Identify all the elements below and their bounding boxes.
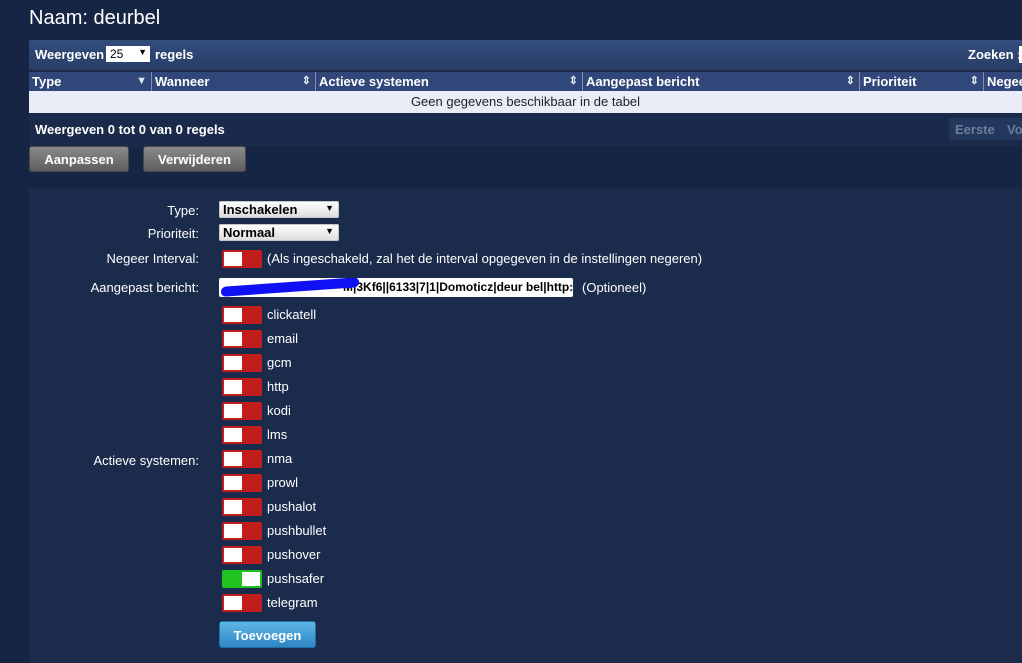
system-label-http: http: [267, 379, 289, 394]
page-length-value: 25: [110, 47, 124, 61]
chevron-down-icon: ▼: [325, 226, 334, 236]
toggle-knob: [224, 380, 242, 394]
column-label: Actieve systemen: [319, 74, 429, 89]
sort-icon: ⇕: [301, 75, 311, 87]
ignore-interval-note: (Als ingeschakeld, zal het de interval o…: [267, 251, 703, 266]
length-label: Weergeven: [35, 47, 105, 62]
edit-button[interactable]: Aanpassen: [29, 146, 129, 172]
priority-label: Prioriteit:: [147, 226, 199, 241]
pager-first-button[interactable]: Eerste: [955, 122, 995, 137]
column-header-type[interactable]: Type ▼: [29, 72, 152, 91]
ignore-interval-label: Negeer Interval:: [106, 251, 200, 266]
column-label: Type: [32, 74, 62, 89]
toggle-knob: [224, 548, 242, 562]
toggle-knob: [242, 572, 260, 586]
system-label-telegram: telegram: [267, 595, 318, 610]
toggle-knob: [224, 596, 242, 610]
toggle-knob: [224, 476, 242, 490]
toggle-pushbullet[interactable]: [222, 522, 262, 540]
pagination: Eerste Vo: [949, 118, 1022, 140]
toggle-kodi[interactable]: [222, 402, 262, 420]
system-label-prowl: prowl: [267, 475, 299, 490]
delete-button[interactable]: Verwijderen: [143, 146, 246, 172]
toggle-knob: [224, 452, 242, 466]
system-label-lms: lms: [267, 427, 288, 442]
type-value: Inschakelen: [223, 202, 298, 217]
column-header-when[interactable]: Wanneer ⇕: [152, 72, 316, 91]
add-button[interactable]: Toevoegen: [219, 621, 316, 648]
system-label-pushsafer: pushsafer: [267, 571, 325, 586]
system-label-gcm: gcm: [267, 355, 292, 370]
system-label-pushalot: pushalot: [267, 499, 317, 514]
active-systems-label: Actieve systemen:: [93, 453, 200, 468]
toggle-http[interactable]: [222, 378, 262, 396]
toggle-knob: [224, 308, 242, 322]
ignore-interval-toggle[interactable]: [222, 250, 262, 268]
system-label-email: email: [267, 331, 299, 346]
toggle-knob: [224, 500, 242, 514]
system-label-pushbullet: pushbullet: [267, 523, 327, 538]
toggle-prowl[interactable]: [222, 474, 262, 492]
custom-message-label: Aangepast bericht:: [90, 280, 199, 295]
toggle-lms[interactable]: [222, 426, 262, 444]
page-title: Naam: deurbel: [29, 7, 161, 29]
toggle-pushalot[interactable]: [222, 498, 262, 516]
pager-prev-button[interactable]: Vo: [1007, 122, 1022, 137]
table-header: Type ▼ Wanneer ⇕ Actieve systemen ⇕ Aang…: [29, 72, 1022, 91]
toggle-knob: [224, 252, 242, 266]
toggle-clickatell[interactable]: [222, 306, 262, 324]
custom-message-input[interactable]: M|3Kf6||6133|7|1|Domoticz|deur bel|http:…: [219, 278, 573, 297]
priority-value: Normaal: [223, 225, 276, 240]
toggle-gcm[interactable]: [222, 354, 262, 372]
column-label: Negeer: [987, 74, 1022, 89]
page-length-select[interactable]: 25 ▼: [106, 46, 150, 62]
toggle-knob: [224, 404, 242, 418]
column-label: Wanneer: [155, 74, 210, 89]
column-label: Aangepast bericht: [586, 74, 700, 89]
chevron-down-icon: ▼: [325, 203, 334, 213]
toggle-pushover[interactable]: [222, 546, 262, 564]
notifications-table-panel: Weergeven 25 ▼ regels Zoeken : Type ▼ Wa…: [29, 40, 1022, 146]
toggle-knob: [224, 332, 242, 346]
length-suffix: regels: [155, 47, 194, 62]
column-header-custom-message[interactable]: Aangepast bericht ⇕: [583, 72, 860, 91]
toggle-pushsafer[interactable]: [222, 570, 262, 588]
toggle-nma[interactable]: [222, 450, 262, 468]
sort-icon: ⇕: [845, 75, 855, 87]
search-label: Zoeken :: [968, 47, 1022, 62]
sort-icon: ⇕: [568, 75, 578, 87]
toggle-email[interactable]: [222, 330, 262, 348]
table-toolbar: Weergeven 25 ▼ regels Zoeken :: [29, 40, 1022, 70]
toggle-knob: [224, 356, 242, 370]
system-label-nma: nma: [267, 451, 293, 466]
custom-message-note: (Optioneel): [582, 280, 647, 295]
notification-form: Type: Inschakelen ▼ Prioriteit: Normaal …: [29, 188, 1022, 663]
column-header-ignore[interactable]: Negeer: [984, 72, 1022, 91]
column-header-priority[interactable]: Prioriteit ⇕: [860, 72, 984, 91]
table-info: Weergeven 0 tot 0 van 0 regels: [35, 122, 225, 137]
empty-table-message: Geen gegevens beschikbaar in de tabel: [29, 91, 1022, 113]
sort-desc-icon: ▼: [136, 75, 147, 87]
column-label: Prioriteit: [863, 74, 917, 89]
priority-select[interactable]: Normaal ▼: [219, 224, 339, 241]
type-select[interactable]: Inschakelen ▼: [219, 201, 339, 218]
type-label: Type:: [167, 203, 199, 218]
toggle-knob: [224, 428, 242, 442]
column-header-active-systems[interactable]: Actieve systemen ⇕: [316, 72, 583, 91]
system-label-pushover: pushover: [267, 547, 321, 562]
toggle-knob: [224, 524, 242, 538]
sort-icon: ⇕: [969, 75, 979, 87]
system-label-kodi: kodi: [267, 403, 291, 418]
toggle-telegram[interactable]: [222, 594, 262, 612]
chevron-down-icon: ▼: [138, 47, 147, 57]
system-label-clickatell: clickatell: [267, 307, 317, 322]
